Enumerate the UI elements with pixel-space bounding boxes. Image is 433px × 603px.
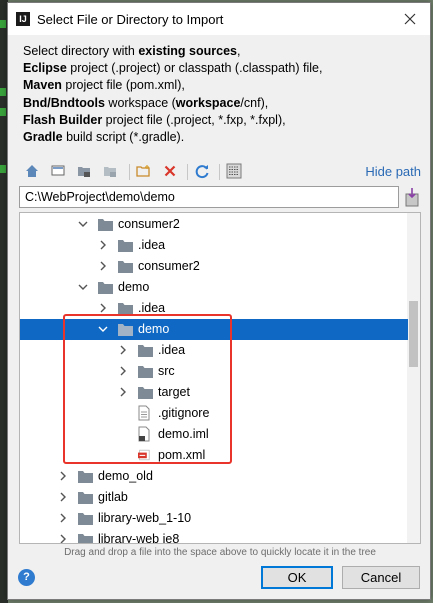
project-button[interactable] [75,162,93,180]
ok-button[interactable]: OK [261,566,333,589]
close-icon [404,13,416,25]
title-bar: IJ Select File or Directory to Import [8,3,430,35]
description-text: project (.project) or classpath (.classp… [66,61,323,76]
description-text: Select directory with [23,44,139,58]
tree-row[interactable]: .idea [20,235,408,256]
dialog-title: Select File or Directory to Import [37,12,224,27]
tree-row-label: demo_old [98,469,153,483]
tree-row-label: consumer2 [118,217,180,231]
description-text: , [236,44,241,58]
import-dialog: IJ Select File or Directory to Import Se… [7,2,431,600]
chevron-down-icon[interactable] [78,219,88,229]
drag-drop-hint: Drag and drop a file into the space abov… [64,547,376,558]
path-history-icon [405,188,419,207]
highlight-box [63,314,232,464]
background-marker [0,108,6,116]
new-folder-icon [136,165,150,177]
folder-icon [98,282,113,294]
description-line: Gradle build script (*.gradle). [23,129,322,146]
folder-icon [118,240,133,252]
folder-icon [78,471,93,483]
toolbar-separator [187,164,188,180]
file-toolbar: Hide path [19,160,421,184]
tree-row[interactable]: demo [20,277,408,298]
help-button[interactable]: ? [18,569,35,586]
module-folder-icon [104,167,116,177]
tree-row-label: gitlab [98,490,128,504]
show-hidden-button[interactable] [225,162,243,180]
hide-path-link[interactable]: Hide path [365,164,421,179]
chevron-right-icon[interactable] [98,261,108,271]
tree-row-label: .idea [138,301,166,315]
desktop-button[interactable] [49,162,67,180]
tree-row[interactable]: consumer2 [20,214,408,235]
description-text: workspace [175,95,241,110]
home-button[interactable] [23,162,41,180]
folder-icon [118,261,133,273]
tree-row-label: library-web_1-10 [98,511,192,525]
description-text: Eclipse [23,61,67,76]
toolbar-separator [219,164,220,180]
chevron-down-icon[interactable] [78,282,88,292]
description-text: Gradle [23,130,63,145]
description-line: Flash Builder project file (.project, *.… [23,112,322,129]
description-text: existing sources [138,44,237,58]
toolbar-separator [129,164,130,180]
desktop-icon [51,165,65,176]
description-line: Eclipse project (.project) or classpath … [23,60,322,77]
tree-row[interactable]: gitlab [20,487,408,508]
delete-button[interactable] [161,162,179,180]
folder-icon [78,513,93,525]
background-marker [0,88,6,96]
tree-row[interactable]: consumer2 [20,256,408,277]
description-text: Bnd/Bndtools [23,95,105,110]
description-text: workspace ( [104,95,176,110]
description-text: Flash Builder [23,112,103,127]
folder-icon [98,219,113,231]
folder-icon [78,534,93,543]
chevron-right-icon[interactable] [98,303,108,313]
refresh-icon [195,165,209,179]
path-history-button[interactable] [404,187,420,207]
description-line: Select directory with existing sources, [23,43,322,60]
tree-row-label: demo [118,280,150,294]
path-input[interactable]: C:\WebProject\demo\demo [19,186,399,208]
refresh-button[interactable] [193,162,211,180]
intellij-icon: IJ [16,12,30,26]
tree-row-label: consumer2 [138,259,200,273]
close-button[interactable] [390,3,430,35]
tree-row-label: library-web ie8 [98,532,180,544]
tree-row[interactable]: demo_old [20,466,408,487]
chevron-right-icon[interactable] [98,240,108,250]
delete-icon [164,165,176,177]
import-description: Select directory with existing sources, E… [23,43,322,146]
description-text: project file (.project, *.fxp, *.fxpl), [102,112,286,127]
tree-row[interactable]: library-web_1-10 [20,508,408,529]
description-line: Bnd/Bndtools workspace (workspace/cnf), [23,95,322,112]
tree-scrollbar[interactable] [407,213,420,543]
scrollbar-thumb[interactable] [409,301,418,367]
chevron-right-icon[interactable] [58,471,68,481]
home-icon [26,165,38,177]
tree-row-label: .idea [138,238,166,252]
description-line: Maven project file (pom.xml), [23,77,322,94]
description-text: Maven [23,78,62,93]
module-button[interactable] [101,162,119,180]
description-text: build script (*.gradle). [62,130,185,145]
chevron-right-icon[interactable] [58,534,68,544]
background-marker [0,20,6,28]
background-marker [0,165,6,173]
description-text: project file (pom.xml), [61,78,185,93]
project-folder-icon [78,167,90,177]
hidden-files-icon [226,163,242,179]
new-folder-button[interactable] [135,162,153,180]
chevron-right-icon[interactable] [58,492,68,502]
chevron-right-icon[interactable] [58,513,68,523]
folder-icon [78,492,93,504]
description-text: /cnf), [240,95,269,110]
cancel-button[interactable]: Cancel [342,566,420,589]
tree-row[interactable]: library-web ie8 [20,529,408,544]
